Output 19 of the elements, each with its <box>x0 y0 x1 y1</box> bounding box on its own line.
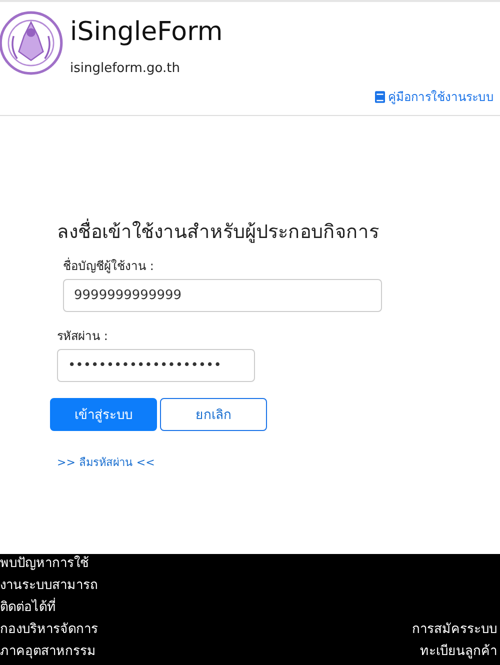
username-field[interactable]: 9999999999999 <box>63 279 382 312</box>
user-manual-link[interactable]: คู่มือการใช้งานระบบ <box>375 87 494 106</box>
cancel-button[interactable]: ยกเลิก <box>160 398 267 431</box>
book-icon <box>375 90 385 102</box>
footer-text: ภาคอุตสาหกรรม <box>0 643 97 661</box>
login-heading: ลงชื่อเข้าใช้งานสำหรับผู้ประกอบกิจการ <box>57 216 500 246</box>
site-title: iSingleForm <box>70 16 223 48</box>
footer-text: กองบริหารจัดการ <box>0 621 98 639</box>
site-domain: isingleform.go.th <box>70 61 181 76</box>
password-field[interactable]: •••••••••••••••••••• <box>57 349 255 382</box>
footer-text: พบปัญหาการใช้ <box>0 554 90 573</box>
footer-text: ทะเบียนลูกค้า <box>420 642 497 661</box>
field-label: ชื่อบัญชีผู้ใช้งาน : <box>63 256 155 275</box>
forgot-password-link[interactable]: >> ลืมรหัสผ่าน << <box>57 453 155 471</box>
field-label: รหัสผ่าน : <box>57 328 109 345</box>
footer-text: งานระบบสามารถ <box>0 577 98 595</box>
footer-text: ติดต่อได้ที่ <box>0 597 98 619</box>
footer-text: การสมัครระบบ <box>412 621 497 639</box>
login-button[interactable]: เข้าสู่ระบบ <box>50 398 157 431</box>
